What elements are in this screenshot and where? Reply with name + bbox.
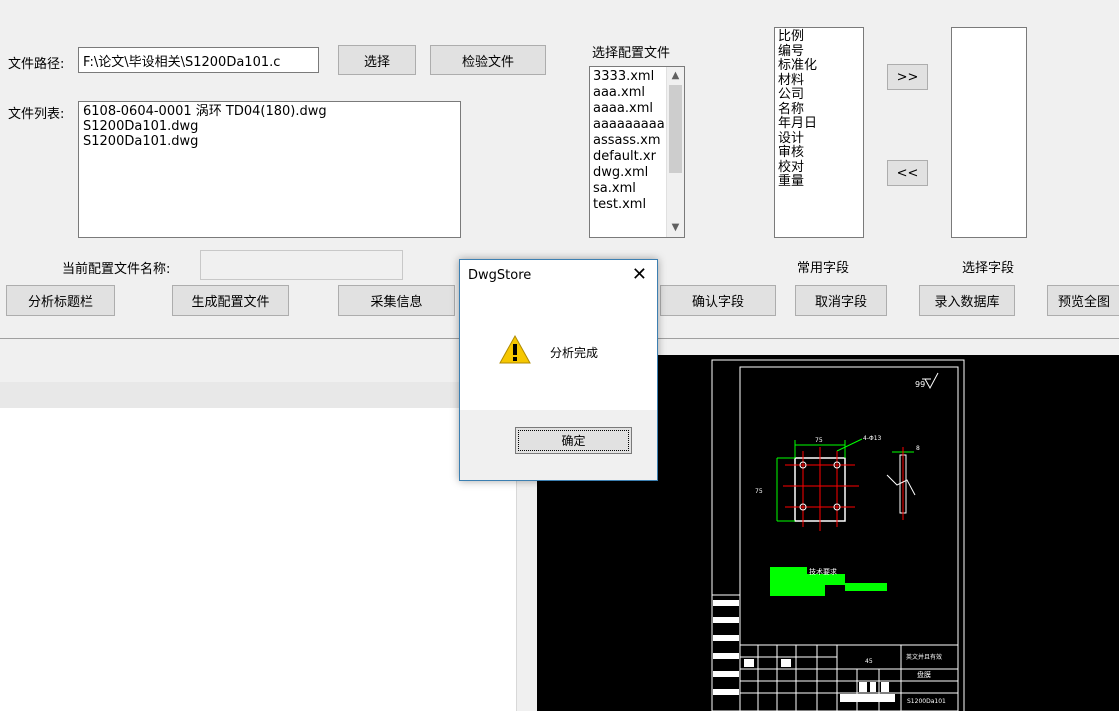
- divider: [658, 338, 1119, 339]
- file-path-input[interactable]: F:\论文\毕设相关\S1200Da101.c: [78, 47, 319, 73]
- list-item[interactable]: 重量: [778, 174, 860, 190]
- check-file-button[interactable]: 检验文件: [430, 45, 546, 75]
- confirm-fields-button[interactable]: 确认字段: [660, 285, 776, 316]
- list-item[interactable]: 编号: [778, 44, 860, 60]
- dialog-titlebar[interactable]: DwgStore ✕: [460, 260, 657, 291]
- collect-info-button[interactable]: 采集信息: [338, 285, 455, 316]
- svg-text:45: 45: [865, 658, 873, 665]
- dialog-body: 分析完成: [460, 291, 657, 410]
- selected-fields-list[interactable]: [951, 27, 1027, 238]
- common-fields-label: 常用字段: [797, 261, 850, 276]
- close-icon[interactable]: ✕: [632, 264, 647, 285]
- svg-text:8: 8: [916, 445, 920, 452]
- svg-text:盘膜: 盘膜: [917, 670, 931, 679]
- remove-field-button[interactable]: <<: [887, 160, 928, 186]
- svg-text:75: 75: [815, 437, 823, 444]
- config-list-label: 选择配置文件: [592, 46, 671, 61]
- svg-text:99: 99: [915, 380, 925, 389]
- list-item[interactable]: S1200Da101.dwg: [83, 119, 456, 134]
- dialog-title: DwgStore: [468, 268, 532, 283]
- list-item[interactable]: 6108-0604-0001 涡环 TD04(180).dwg: [83, 104, 456, 119]
- file-path-label: 文件路径:: [8, 57, 65, 72]
- svg-text:英文并且有效: 英文并且有效: [906, 653, 942, 661]
- current-config-label: 当前配置文件名称:: [62, 262, 171, 277]
- left-content-area: [0, 408, 516, 711]
- list-item[interactable]: S1200Da101.dwg: [83, 134, 456, 149]
- svg-text:4-Φ13: 4-Φ13: [863, 435, 882, 442]
- cancel-fields-button[interactable]: 取消字段: [795, 285, 887, 316]
- scroll-thumb[interactable]: [669, 85, 682, 173]
- config-file-list[interactable]: 3333.xml aaa.xml aaaa.xml aaaaaaaaa assa…: [589, 66, 685, 238]
- list-item[interactable]: 名称: [778, 102, 860, 118]
- config-list-scrollbar[interactable]: ▲ ▼: [666, 67, 684, 237]
- file-list[interactable]: 6108-0604-0001 涡环 TD04(180).dwg S1200Da1…: [78, 101, 461, 238]
- left-panel: [0, 382, 460, 408]
- current-config-input[interactable]: [200, 250, 403, 280]
- list-item[interactable]: 材料: [778, 73, 860, 89]
- scroll-down-icon[interactable]: ▼: [667, 221, 684, 235]
- list-item[interactable]: 审核: [778, 145, 860, 161]
- dialog-footer: 确定: [460, 410, 657, 480]
- ok-button[interactable]: 确定: [515, 427, 632, 454]
- list-item[interactable]: 标准化: [778, 58, 860, 74]
- list-item[interactable]: 年月日: [778, 116, 860, 132]
- list-item[interactable]: 比例: [778, 29, 860, 45]
- selected-fields-label: 选择字段: [962, 261, 1015, 276]
- list-item[interactable]: 公司: [778, 87, 860, 103]
- preview-full-button[interactable]: 预览全图: [1047, 285, 1119, 316]
- list-item[interactable]: 设计: [778, 131, 860, 147]
- svg-text:S1200Da101: S1200Da101: [907, 698, 946, 705]
- file-list-label: 文件列表:: [8, 107, 65, 122]
- left-panel-header: [0, 339, 460, 382]
- svg-text:技术要求: 技术要求: [809, 567, 837, 576]
- scroll-up-icon[interactable]: ▲: [667, 69, 684, 83]
- svg-text:75: 75: [755, 488, 763, 495]
- add-field-button[interactable]: >>: [887, 64, 928, 90]
- analyze-title-block-button[interactable]: 分析标题栏: [6, 285, 115, 316]
- generate-config-button[interactable]: 生成配置文件: [172, 285, 289, 316]
- list-item[interactable]: 校对: [778, 160, 860, 176]
- warning-icon: [499, 334, 531, 364]
- dialog-message: 分析完成: [550, 346, 599, 360]
- select-button[interactable]: 选择: [338, 45, 416, 75]
- message-dialog[interactable]: DwgStore ✕ 分析完成 确定: [459, 259, 658, 481]
- common-fields-list[interactable]: 比例 编号 标准化 材料 公司 名称 年月日 设计 审核 校对 重量: [774, 27, 864, 238]
- enter-database-button[interactable]: 录入数据库: [919, 285, 1015, 316]
